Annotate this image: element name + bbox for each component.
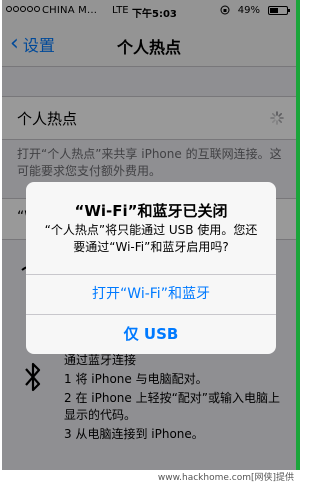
alert-message: “个人热点”将只能通过 USB 使用。您还要通过“Wi-Fi”和蓝牙启用吗? — [44, 223, 258, 254]
alert-title: “Wi-Fi”和蓝牙已关闭 — [74, 202, 228, 220]
enable-wifi-bluetooth-button[interactable]: 打开“Wi-Fi”和蓝牙 — [26, 274, 276, 314]
usb-only-button[interactable]: 仅 USB — [26, 314, 276, 354]
watermark: www.hackhome.com[网侠]提供 — [0, 470, 300, 486]
alert-dialog: “Wi-Fi”和蓝牙已关闭 “个人热点”将只能通过 USB 使用。您还要通过“W… — [26, 182, 276, 354]
frame-edge — [296, 0, 300, 486]
phone-screen: CHINA M... LTE 下午5:03 49% ‹ 设置 个人热点 个人热点 — [2, 0, 296, 470]
